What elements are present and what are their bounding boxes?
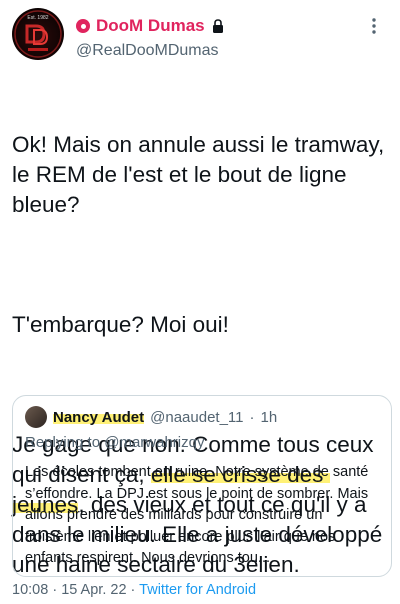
author-display-name[interactable]: DooM Dumas [96, 16, 205, 36]
tweet-paragraph-1: Ok! Mais on annule aussi le tramway, le … [12, 132, 391, 217]
tweet-paragraph-2: T'embarque? Moi oui! [12, 312, 229, 337]
tweet-footer: 10:08 · 15 Apr. 22 · Twitter for Android [12, 582, 256, 598]
avatar-logo-icon: Est. 1982 [14, 10, 62, 58]
quoted-author-name-text: Nancy Audet [53, 408, 145, 426]
tweet-date: 15 Apr. 22 [61, 582, 127, 598]
more-options-icon[interactable] [364, 16, 384, 36]
avatar-logo-text: Est. 1982 [27, 15, 48, 21]
tweet-time: 10:08 [12, 582, 49, 598]
tweet-header: Est. 1982 DooM Dumas @RealDooMDumas [12, 8, 388, 66]
author-handle[interactable]: @RealDooMDumas [76, 42, 219, 60]
footer-sep-2: · [130, 582, 136, 598]
footer-sep-1: · [52, 582, 58, 598]
quoted-author-avatar [25, 406, 47, 428]
lock-icon [212, 19, 223, 33]
quoted-tweet-header: Nancy Audet @naaudet_11 · 1h [25, 406, 277, 428]
quoted-meta-separator: · [249, 408, 255, 426]
quoted-tweet-time: 1h [260, 408, 278, 426]
pinned-dot-icon [76, 19, 90, 33]
quoted-replying-to: Replying to @marwahrizqy [25, 434, 204, 451]
replying-prefix: Replying to [25, 434, 105, 451]
quoted-author-handle: @naaudet_11 [150, 408, 244, 426]
tweet-source-link[interactable]: Twitter for Android [139, 582, 256, 598]
quoted-tweet-body: Les écoles tombent en ruine. Notre systè… [25, 464, 369, 566]
author-avatar[interactable]: Est. 1982 [12, 8, 64, 60]
quoted-tweet[interactable]: Nancy Audet @naaudet_11 · 1h Replying to… [12, 395, 392, 577]
replying-mention: @marwahrizqy [104, 434, 205, 451]
quoted-author-name: Nancy Audet [53, 408, 145, 426]
author-name-row: DooM Dumas [76, 16, 225, 36]
